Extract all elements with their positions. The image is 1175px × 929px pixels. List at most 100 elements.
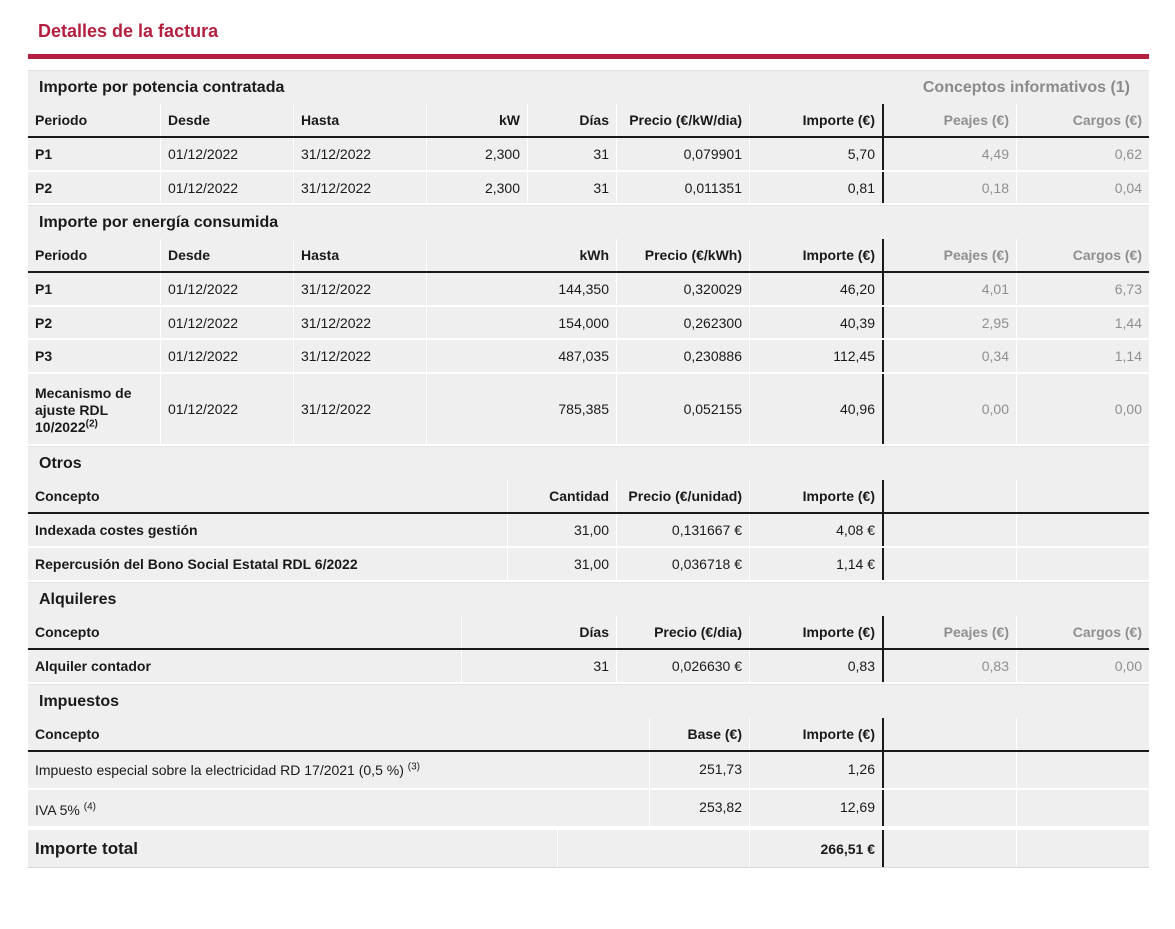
date-from-cell: 01/12/2022 <box>161 374 294 444</box>
section-title: Impuestos <box>39 693 120 710</box>
amount-cell: 1,14 € <box>750 548 884 580</box>
date-from-cell: 01/12/2022 <box>161 273 294 305</box>
peajes-cell: 0,00 <box>884 374 1017 444</box>
column-header: Importe (€) <box>750 104 884 136</box>
empty-cell <box>1017 790 1149 826</box>
concept-cell: IVA 5% (4) <box>28 790 650 826</box>
table-header-row: Concepto Días Precio (€/dia) Importe (€)… <box>28 616 1149 650</box>
column-header: Precio (€/kW/dia) <box>617 104 750 136</box>
table-header-row: Concepto Cantidad Precio (€/unidad) Impo… <box>28 480 1149 514</box>
column-header: Importe (€) <box>750 616 884 648</box>
period-cell: P2 <box>28 307 161 338</box>
footnote-ref: (3) <box>407 761 420 773</box>
column-header: Base (€) <box>650 718 750 750</box>
column-header: Hasta <box>294 239 427 271</box>
table-row: Alquiler contador 31 0,026630 € 0,83 0,8… <box>28 650 1149 684</box>
concept-cell: Repercusión del Bono Social Estatal RDL … <box>28 548 508 580</box>
date-to-cell: 31/12/2022 <box>294 138 427 170</box>
table-row: P2 01/12/2022 31/12/2022 154,000 0,26230… <box>28 307 1149 340</box>
days-cell: 31 <box>528 138 617 170</box>
date-to-cell: 31/12/2022 <box>294 172 427 203</box>
kwh-cell: 144,350 <box>427 273 617 305</box>
quantity-cell: 31,00 <box>508 548 617 580</box>
peajes-cell: 0,18 <box>884 172 1017 203</box>
cargos-cell: 1,14 <box>1114 348 1142 364</box>
empty-cell <box>884 514 1017 546</box>
column-header: kW <box>427 104 528 136</box>
empty-cell <box>884 480 1017 512</box>
peajes-cell: 0,34 <box>884 340 1017 372</box>
price-cell: 0,052155 <box>617 374 750 444</box>
table-row: P1 01/12/2022 31/12/2022 144,350 0,32002… <box>28 273 1149 307</box>
tax-concept-label: IVA 5% <box>35 802 80 818</box>
column-header: Cargos (€) <box>1072 624 1142 640</box>
table-header-row: Periodo Desde Hasta kW Días Precio (€/kW… <box>28 104 1149 138</box>
period-cell: P1 <box>28 138 161 170</box>
table-row: IVA 5% (4) 253,82 12,69 <box>28 790 1149 828</box>
peajes-cell: 4,49 <box>884 138 1017 170</box>
kwh-cell: 487,035 <box>427 340 617 372</box>
empty-cell <box>884 752 1017 788</box>
amount-cell: 0,81 <box>750 172 884 203</box>
info-concepts-title: Conceptos informativos (1) <box>922 79 1130 96</box>
column-header: Peajes (€) <box>884 616 1017 648</box>
column-header: Días <box>462 616 617 648</box>
empty-cell <box>884 830 1017 867</box>
title-divider <box>28 54 1149 59</box>
period-cell: P1 <box>28 273 161 305</box>
date-to-cell: 31/12/2022 <box>294 340 427 372</box>
empty-cell <box>1017 752 1149 788</box>
price-cell: 0,026630 € <box>617 650 750 682</box>
amount-cell: 40,96 <box>750 374 884 444</box>
kwh-cell: 785,385 <box>427 374 617 444</box>
column-header: Importe (€) <box>750 239 884 271</box>
column-header: Desde <box>161 239 294 271</box>
footnote-ref: (4) <box>83 801 97 813</box>
column-header: Cargos (€) <box>1072 112 1142 128</box>
table-row-mecanismo: Mecanismo de ajuste RDL 10/2022(2) 01/12… <box>28 374 1149 446</box>
tax-concept-label: Impuesto especial sobre la electricidad … <box>35 762 404 778</box>
empty-cell <box>884 790 1017 826</box>
cargos-cell: 0,00 <box>1114 401 1142 417</box>
peajes-cell: 2,95 <box>884 307 1017 338</box>
kw-cell: 2,300 <box>427 172 528 203</box>
section-title: Otros <box>39 455 82 472</box>
section-otros-header: Otros <box>28 446 1149 480</box>
table-row: Indexada costes gestión 31,00 0,131667 €… <box>28 514 1149 548</box>
amount-cell: 5,70 <box>750 138 884 170</box>
column-header: Desde <box>161 104 294 136</box>
kw-cell: 2,300 <box>427 138 528 170</box>
column-header: Peajes (€) <box>884 239 1017 271</box>
quantity-cell: 31,00 <box>508 514 617 546</box>
days-cell: 31 <box>462 650 617 682</box>
period-cell: Mecanismo de ajuste RDL 10/2022(2) <box>28 374 161 444</box>
date-to-cell: 31/12/2022 <box>294 307 427 338</box>
column-header: kWh <box>427 239 617 271</box>
column-header: Precio (€/unidad) <box>617 480 750 512</box>
cargos-cell: 0,04 <box>1114 179 1142 196</box>
amount-cell: 46,20 <box>750 273 884 305</box>
kwh-cell: 154,000 <box>427 307 617 338</box>
column-header: Precio (€/kWh) <box>617 239 750 271</box>
empty-cell <box>884 718 1017 750</box>
amount-cell: 12,69 <box>750 790 884 826</box>
price-cell: 0,320029 <box>617 273 750 305</box>
empty-cell <box>1017 830 1149 867</box>
footnote-ref: (2) <box>85 418 98 430</box>
total-row: Importe total 266,51 € <box>28 830 1149 868</box>
price-cell: 0,011351 <box>617 172 750 203</box>
section-title: Importe por energía consumida <box>39 214 279 231</box>
concept-cell: Indexada costes gestión <box>28 514 508 546</box>
column-header: Periodo <box>28 239 161 271</box>
column-header: Periodo <box>28 104 161 136</box>
empty-cell <box>1017 718 1149 750</box>
invoice-details-table: Importe por potencia contratada Concepto… <box>28 70 1149 868</box>
mecanismo-label: Mecanismo de ajuste RDL 10/2022 <box>35 385 132 435</box>
peajes-cell: 4,01 <box>884 273 1017 305</box>
section-energia-header: Importe por energía consumida <box>28 205 1149 239</box>
price-cell: 0,131667 € <box>617 514 750 546</box>
column-header: Concepto <box>28 480 508 512</box>
empty-cell <box>1017 480 1149 512</box>
column-header: Hasta <box>294 104 427 136</box>
price-cell: 0,079901 <box>617 138 750 170</box>
